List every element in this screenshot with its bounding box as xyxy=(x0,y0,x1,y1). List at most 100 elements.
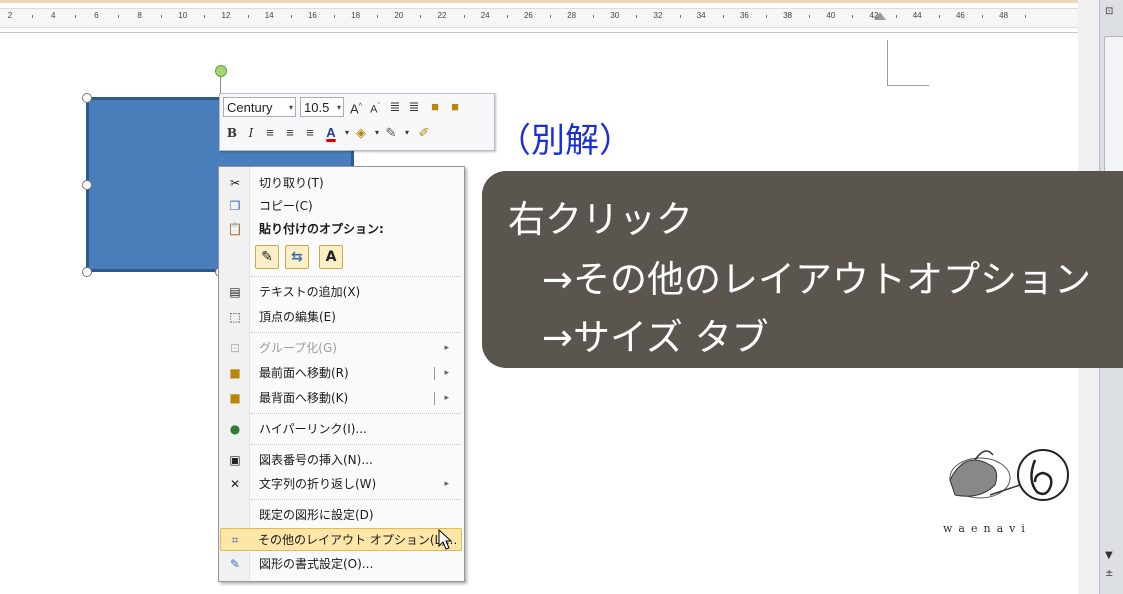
chevron-down-icon[interactable]: ▾ xyxy=(399,124,415,142)
hyperlink-icon: ● xyxy=(229,422,241,436)
ruler-tick xyxy=(852,15,854,18)
chevron-down-icon[interactable]: ▾ xyxy=(337,98,341,118)
ruler-number: 22 xyxy=(437,11,447,20)
ruler-number: 30 xyxy=(610,11,620,20)
resize-handle-nw[interactable] xyxy=(82,93,92,103)
menu-item-label: 最背面へ移動(K) xyxy=(259,391,349,405)
font-size-value: 10.5 xyxy=(304,100,330,115)
submenu-arrow-icon[interactable]: ▸ xyxy=(444,387,449,410)
menu-item-label: 既定の図形に設定(D) xyxy=(259,508,374,522)
menu-item-label: その他のレイアウト オプション(L)... xyxy=(258,533,458,547)
ruler-number: 24 xyxy=(480,11,490,20)
ruler-number: 10 xyxy=(178,11,188,20)
ruler-number: 20 xyxy=(394,11,404,20)
menu-item-wrap-text[interactable]: ✕ 文字列の折り返し(W) ▸ xyxy=(221,473,461,496)
resize-handle-w[interactable] xyxy=(82,180,92,190)
menu-item-group[interactable]: ⊡ グループ化(G) ▸ xyxy=(221,337,461,360)
horizontal-ruler[interactable]: 2 4 6 8 10 12 14 16 18 20 22 24 26 28 30 32 34 36 38 40 42 44… xyxy=(0,0,1078,33)
menu-item-send-to-back[interactable]: ■ 最背面へ移動(K) ▸ xyxy=(221,387,461,410)
menu-separator xyxy=(251,332,461,333)
font-color-icon[interactable]: A xyxy=(323,124,339,142)
copy-icon: ❐ xyxy=(229,199,241,213)
menu-item-label: ハイパーリンク(I)... xyxy=(259,422,367,436)
menu-item-insert-caption[interactable]: ▣ 図表番号の挿入(N)... xyxy=(221,449,461,472)
menu-item-label: コピー(C) xyxy=(259,199,313,213)
ruler-tick xyxy=(722,15,724,18)
menu-item-label: テキストの追加(X) xyxy=(259,285,361,299)
ruler-number: 42 xyxy=(869,11,879,20)
menu-item-cut[interactable]: ✂ 切り取り(T) xyxy=(221,172,461,195)
ruler-tick xyxy=(636,15,638,18)
bring-forward-icon[interactable]: ■ xyxy=(427,98,443,116)
mini-toolbar: Century ▾ 10.5 ▾ A^ Aˇ ≣ ≣ ■ ■ B I ≡ ≡ ≡… xyxy=(219,93,495,151)
bold-icon[interactable]: B xyxy=(224,124,240,142)
menu-item-set-default-shape[interactable]: 既定の図形に設定(D) xyxy=(221,504,461,527)
paste-merge-icon[interactable]: ⇆ xyxy=(285,245,309,269)
menu-item-label: 図表番号の挿入(N)... xyxy=(259,453,373,467)
menu-separator xyxy=(251,444,461,445)
menu-item-hyperlink[interactable]: ● ハイパーリンク(I)... xyxy=(221,418,461,441)
ruler-tick xyxy=(1025,15,1027,18)
ruler-tick xyxy=(118,15,119,18)
ruler-number: 38 xyxy=(783,11,793,20)
paste-text-only-icon[interactable]: A xyxy=(319,245,343,269)
menu-separator xyxy=(251,413,461,414)
grow-font-icon[interactable]: A^ xyxy=(348,98,364,118)
align-right-icon[interactable]: ≡ xyxy=(302,124,318,142)
text-box-icon: ▤ xyxy=(229,285,241,299)
format-painter-icon[interactable]: ✐ xyxy=(416,124,432,142)
menu-item-more-layout-options[interactable]: ⌗ その他のレイアウト オプション(L)... xyxy=(220,528,462,551)
ruler-number: 48 xyxy=(999,11,1009,20)
shrink-font-icon[interactable]: Aˇ xyxy=(367,98,383,119)
menu-item-label: 文字列の折り返し(W) xyxy=(259,477,377,491)
font-name-box[interactable]: Century ▾ xyxy=(223,97,296,117)
ruler-tick xyxy=(809,15,811,18)
submenu-arrow-icon: ▸ xyxy=(444,479,449,489)
italic-icon[interactable]: I xyxy=(243,124,259,142)
ruler-tick xyxy=(161,15,163,18)
ruler-number: 28 xyxy=(567,11,577,20)
ruler-number: 44 xyxy=(912,11,922,20)
ruler-tick xyxy=(334,15,335,18)
send-backward-icon[interactable]: ■ xyxy=(447,98,463,116)
menu-item-edit-points[interactable]: ⬚ 頂点の編集(E) xyxy=(221,306,461,329)
ruler-tick xyxy=(679,15,681,18)
menu-separator xyxy=(251,499,461,500)
fill-color-icon[interactable]: ◈ xyxy=(353,124,369,142)
ruler-number: 46 xyxy=(955,11,965,20)
menu-item-add-text[interactable]: ▤ テキストの追加(X) xyxy=(221,281,461,304)
menu-item-paste-options: 📋 貼り付けのオプション: xyxy=(221,218,461,241)
align-left-icon[interactable]: ≡ xyxy=(262,124,278,142)
ruler-toggle-icon[interactable]: ⊡ xyxy=(1105,6,1113,17)
rotation-handle[interactable] xyxy=(215,65,227,77)
scissors-icon: ✂ xyxy=(229,176,241,190)
menu-item-label: 貼り付けのオプション: xyxy=(259,222,384,236)
paste-keep-format-icon[interactable]: ✎ xyxy=(255,245,279,269)
bird-emblem-icon xyxy=(949,449,1069,501)
chevron-down-icon[interactable]: ▾ xyxy=(289,98,293,118)
increase-indent-icon[interactable]: ≣ xyxy=(406,98,422,116)
ruler-tick xyxy=(463,15,465,18)
ruler-tick xyxy=(550,15,551,18)
ruler-tick xyxy=(74,15,76,18)
resize-handle-sw[interactable] xyxy=(82,267,92,277)
decrease-indent-icon[interactable]: ≣ xyxy=(387,98,403,116)
ruler-number: 34 xyxy=(696,11,706,20)
caption-icon: ▣ xyxy=(229,453,241,467)
ruler-tick xyxy=(506,15,508,18)
ruler-tick xyxy=(31,15,33,18)
menu-item-bring-to-front[interactable]: ■ 最前面へ移動(R) ▸ xyxy=(221,362,461,385)
prev-page-icon[interactable]: ± xyxy=(1105,568,1113,579)
scroll-down-icon[interactable]: ▼ xyxy=(1105,550,1113,561)
wrap-text-icon: ✕ xyxy=(229,477,241,491)
ruler-number: 2 xyxy=(7,11,13,20)
submenu-arrow-icon[interactable]: ▸ xyxy=(444,362,449,385)
split-divider xyxy=(434,392,435,405)
align-center-icon[interactable]: ≡ xyxy=(282,124,298,142)
menu-item-format-shape[interactable]: ✎ 図形の書式設定(O)... xyxy=(221,553,461,576)
font-size-box[interactable]: 10.5 ▾ xyxy=(300,97,344,117)
menu-item-copy[interactable]: ❐ コピー(C) xyxy=(221,195,461,218)
waenavi-logo: waenavi xyxy=(935,440,1075,540)
line-color-icon[interactable]: ✎ xyxy=(383,124,399,142)
page-corner-mark xyxy=(887,40,888,86)
